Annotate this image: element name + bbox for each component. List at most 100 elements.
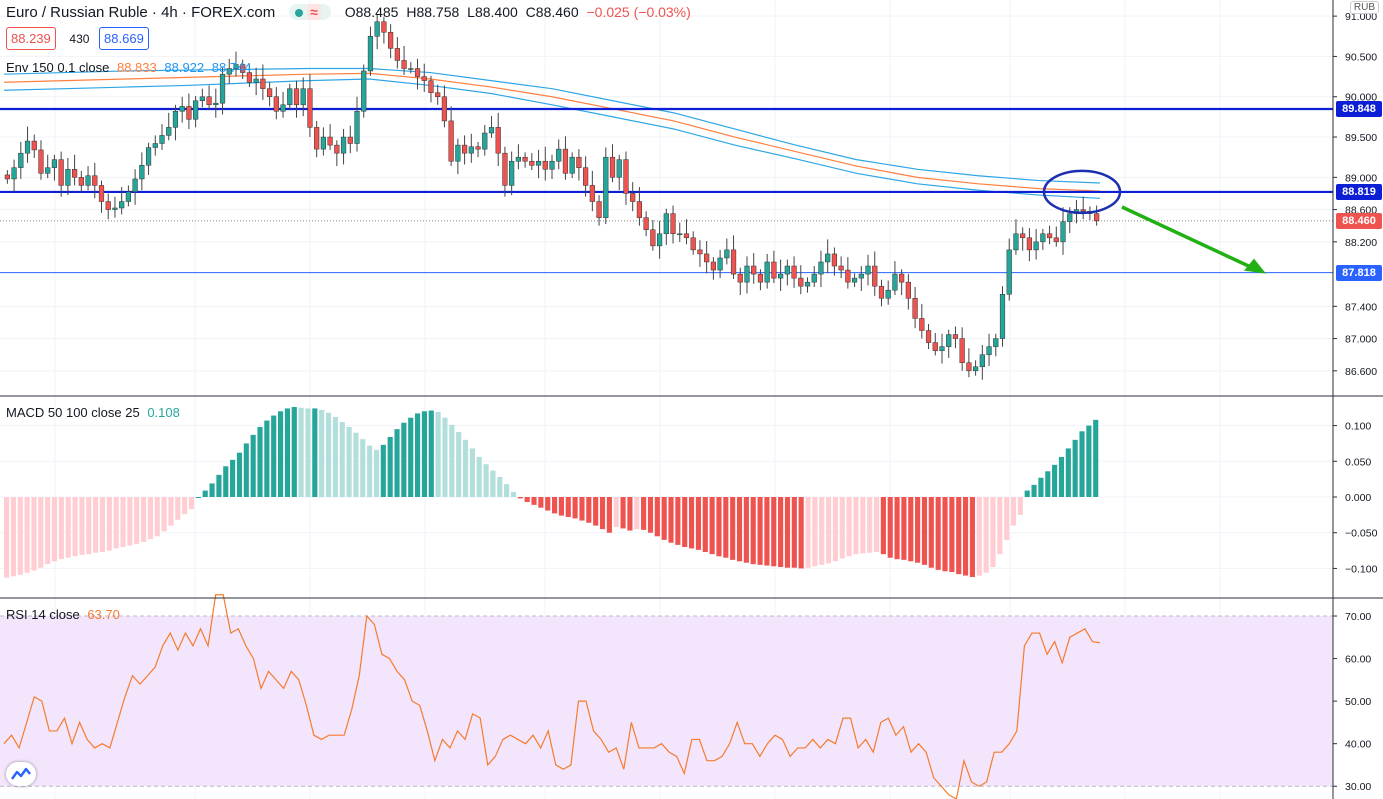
candle-body <box>1013 233 1019 251</box>
candle-body <box>993 338 999 347</box>
macd-bar <box>113 497 119 549</box>
rsi-legend[interactable]: RSI 14 close 63.70 <box>6 607 124 622</box>
macd-bar <box>983 497 989 573</box>
candle <box>51 154 58 181</box>
macd-bar <box>805 497 811 568</box>
candle <box>1020 227 1026 251</box>
candle <box>448 106 454 167</box>
macd-bar <box>134 497 140 545</box>
macd-bar <box>195 497 201 498</box>
candle-body <box>697 249 703 255</box>
sell-price-button[interactable]: 88.239 <box>6 27 56 50</box>
candle <box>1094 205 1100 226</box>
candle <box>710 257 716 280</box>
macd-bar <box>367 445 373 497</box>
macd-bar <box>38 497 44 568</box>
candle-body <box>973 366 979 372</box>
candle-body <box>932 342 938 351</box>
candle-body <box>45 167 51 174</box>
macd-bar <box>668 497 674 543</box>
macd-bar <box>942 497 948 572</box>
candle-body <box>502 152 508 186</box>
macd-bar <box>216 474 222 497</box>
macd-bar <box>894 497 900 560</box>
candle <box>737 267 743 296</box>
macd-legend[interactable]: MACD 50 100 close 25 0.108 <box>6 405 184 420</box>
candle-body <box>482 132 488 150</box>
macd-bar <box>421 411 427 497</box>
price-tag-support[interactable]: 87.818 <box>1336 264 1382 281</box>
candle-body <box>280 104 286 112</box>
candle-body <box>791 265 797 279</box>
macd-bar <box>778 497 784 567</box>
macd-bar <box>771 497 777 567</box>
price-tag-last[interactable]: 88.460 <box>1336 212 1382 229</box>
price-tick-label: 88.200 <box>1345 237 1377 249</box>
candle <box>831 247 838 276</box>
candle-body <box>939 346 945 351</box>
candle <box>159 124 165 150</box>
candle-body <box>266 88 273 97</box>
macd-bar <box>257 427 263 497</box>
price-tick-label: 89.000 <box>1345 172 1377 184</box>
macd-bar <box>476 457 482 497</box>
macd-bar <box>31 497 37 571</box>
candle-body <box>186 106 192 120</box>
macd-bar <box>661 497 667 540</box>
macd-bar <box>504 484 510 497</box>
macd-bar <box>4 497 10 578</box>
candle-body <box>818 261 824 275</box>
price-tag-resistance-high[interactable]: 89.848 <box>1336 100 1382 117</box>
macd-bar <box>1010 497 1017 526</box>
buy-price-button[interactable]: 88.669 <box>99 27 149 50</box>
macd-bar <box>346 427 352 497</box>
macd-bar <box>141 497 147 542</box>
market-status-icon[interactable]: ≈ <box>289 4 331 20</box>
candle-body <box>744 265 750 283</box>
macd-bar <box>565 497 571 517</box>
candle <box>683 219 690 245</box>
candle-body <box>825 253 831 263</box>
candle <box>549 154 555 179</box>
candle-body <box>704 253 710 263</box>
macd-bar <box>264 420 270 497</box>
candle-body <box>845 269 851 283</box>
candle <box>475 141 481 158</box>
candle-body <box>1080 209 1086 212</box>
macd-bar <box>743 497 749 563</box>
chart-legend-title: Euro / Russian Ruble · 4h · FOREX.com ≈ … <box>6 4 695 21</box>
candle-body <box>334 144 340 154</box>
candle-body <box>589 185 595 202</box>
forex-chart[interactable]: 91.00090.50090.00089.50089.00088.60088.2… <box>0 0 1383 799</box>
macd-bar <box>58 497 64 560</box>
macd-tick-label: 0.050 <box>1345 456 1371 468</box>
price-tag-resistance[interactable]: 88.819 <box>1336 183 1382 200</box>
macd-bar <box>305 408 311 497</box>
currency-unit-label[interactable]: RUB <box>1349 1 1379 14</box>
symbol-title[interactable]: Euro / Russian Ruble · 4h · FOREX.com <box>6 4 275 21</box>
candle-body <box>798 277 804 287</box>
candle-body <box>509 160 515 186</box>
candle <box>690 231 696 255</box>
macd-bar <box>278 411 284 497</box>
macd-bar <box>853 497 859 555</box>
rsi-tick-label: 30.00 <box>1345 781 1371 793</box>
macd-bar <box>250 434 256 497</box>
candle-body <box>1053 237 1059 243</box>
candle <box>509 151 515 196</box>
candle-body <box>851 277 858 283</box>
candle-body <box>751 265 757 275</box>
tradingview-logo-icon[interactable] <box>6 762 36 786</box>
candle-body <box>1067 213 1073 222</box>
ohlc-open: O88.485 <box>344 4 399 20</box>
candle <box>287 83 293 110</box>
candle <box>1006 238 1012 301</box>
envelope-legend[interactable]: Env 150 0.1 close 88.833 88.922 88.744 <box>6 60 256 75</box>
candle-body <box>925 330 932 343</box>
candle <box>152 135 158 156</box>
macd-bar <box>147 497 153 540</box>
candle-body <box>858 273 864 279</box>
candle <box>804 277 811 293</box>
macd-bar <box>428 410 434 497</box>
candle-body <box>784 265 790 275</box>
